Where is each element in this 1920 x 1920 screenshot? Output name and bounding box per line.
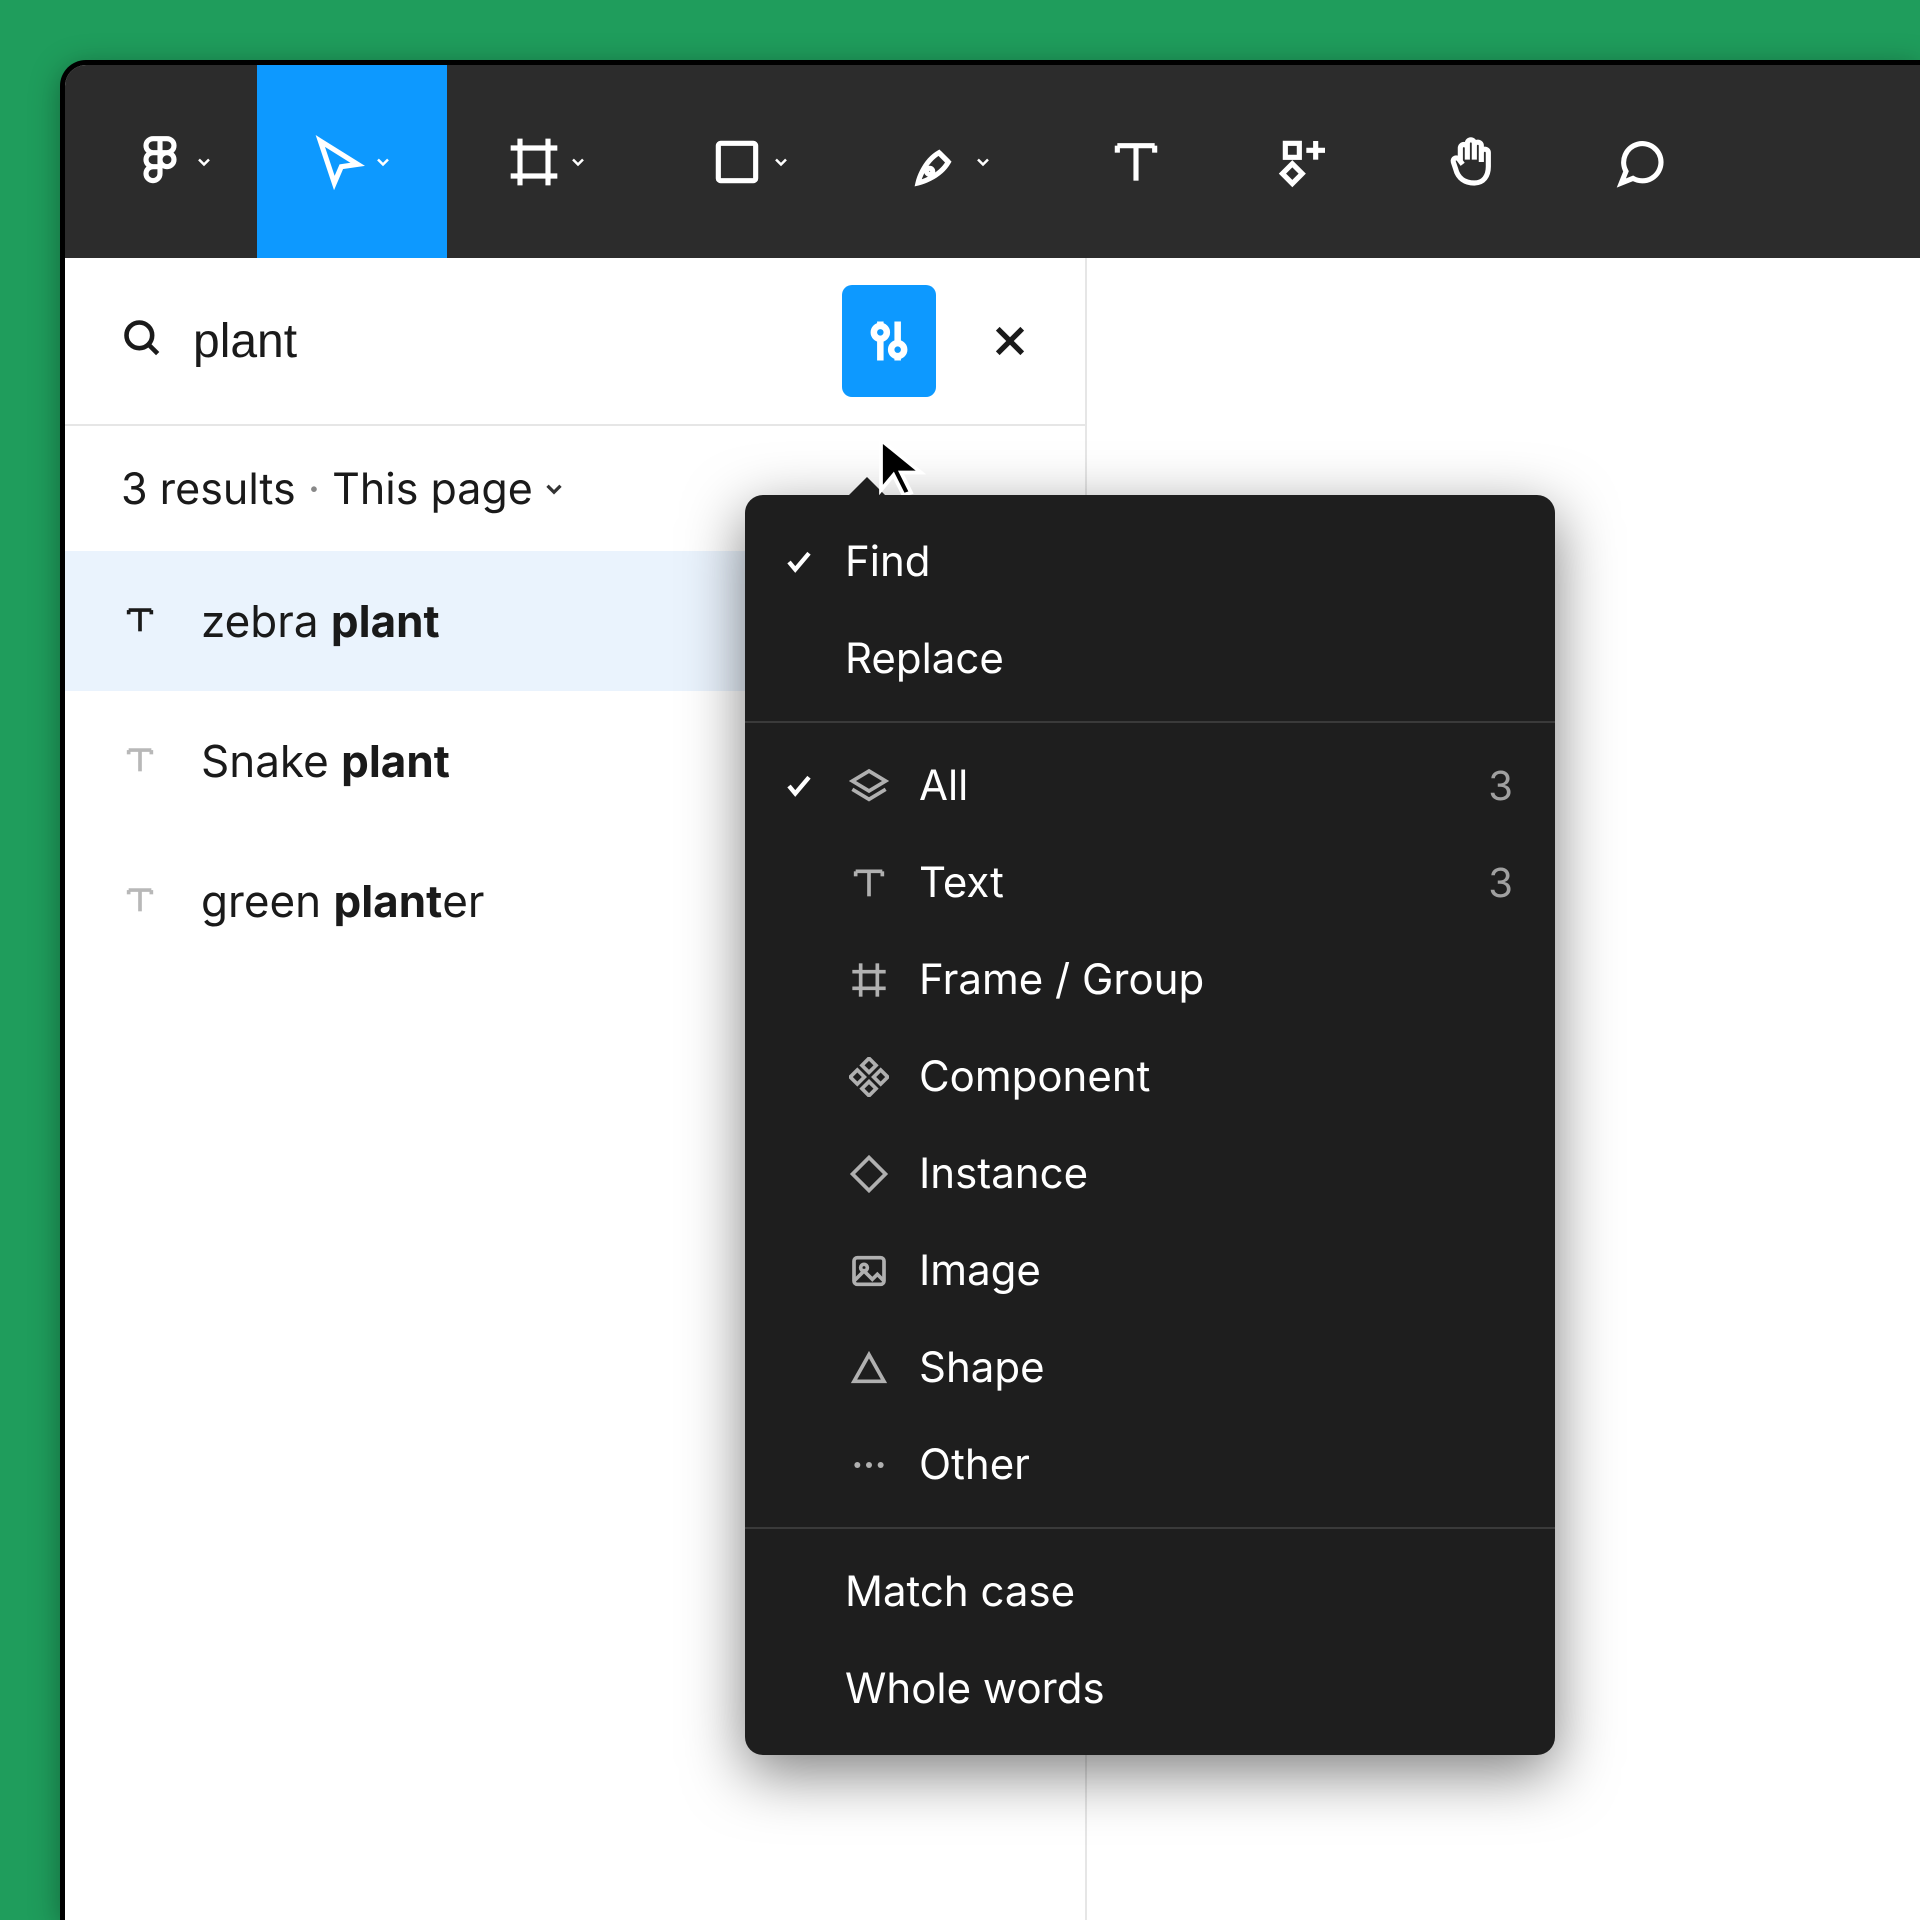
image-icon — [845, 1251, 893, 1291]
chevron-down-icon — [973, 152, 993, 172]
shape-icon — [845, 1348, 893, 1388]
menu-item-find[interactable]: Find — [745, 513, 1555, 610]
shape-tool-button[interactable] — [647, 65, 852, 258]
option-match-case[interactable]: Match case — [745, 1543, 1555, 1640]
rectangle-icon — [709, 134, 765, 190]
result-text: Snake plant — [201, 734, 450, 788]
option-whole-words[interactable]: Whole words — [745, 1640, 1555, 1737]
move-icon — [311, 134, 367, 190]
filter-shape[interactable]: Shape — [745, 1319, 1555, 1416]
filter-component[interactable]: Component — [745, 1028, 1555, 1125]
layers-icon — [845, 766, 893, 806]
filter-image[interactable]: Image — [745, 1222, 1555, 1319]
text-layer-icon — [121, 734, 159, 788]
close-icon — [989, 320, 1031, 362]
sliders-icon — [863, 315, 915, 367]
component-icon — [845, 1057, 893, 1097]
figma-menu-button[interactable] — [89, 65, 257, 258]
filter-other[interactable]: Other — [745, 1416, 1555, 1513]
toolbar — [65, 65, 1920, 258]
app-window: 3 results · This page zebra plant Snake … — [60, 60, 1920, 1920]
menu-separator — [745, 721, 1555, 723]
instance-icon — [845, 1154, 893, 1194]
resources-button[interactable] — [1220, 65, 1388, 258]
search-settings-menu: Find Replace All 3 Text 3 Frame / Group — [745, 495, 1555, 1755]
text-icon — [845, 863, 893, 903]
pen-icon — [911, 134, 967, 190]
result-text: zebra plant — [201, 594, 440, 648]
frame-icon — [845, 960, 893, 1000]
hand-icon — [1444, 134, 1500, 190]
search-icon — [121, 317, 165, 365]
scope-label: This page — [332, 463, 533, 515]
filter-all[interactable]: All 3 — [745, 737, 1555, 834]
check-icon — [779, 547, 819, 577]
resources-icon — [1276, 134, 1332, 190]
filter-frame[interactable]: Frame / Group — [745, 931, 1555, 1028]
chevron-down-icon — [771, 152, 791, 172]
chevron-down-icon — [568, 152, 588, 172]
menu-separator — [745, 1527, 1555, 1529]
search-settings-button[interactable] — [842, 285, 936, 397]
comment-tool-button[interactable] — [1556, 65, 1724, 258]
chevron-down-icon — [373, 152, 393, 172]
scope-selector[interactable]: This page — [332, 463, 567, 515]
pen-tool-button[interactable] — [852, 65, 1052, 258]
text-tool-button[interactable] — [1052, 65, 1220, 258]
filter-text[interactable]: Text 3 — [745, 834, 1555, 931]
chevron-down-icon — [541, 476, 567, 502]
other-icon — [845, 1445, 893, 1485]
separator: · — [308, 463, 320, 515]
result-text: green planter — [201, 874, 484, 928]
search-bar — [65, 258, 1085, 426]
frame-icon — [506, 134, 562, 190]
chevron-down-icon — [194, 152, 214, 172]
move-tool-button[interactable] — [257, 65, 447, 258]
text-layer-icon — [121, 874, 159, 928]
filter-instance[interactable]: Instance — [745, 1125, 1555, 1222]
comment-icon — [1612, 134, 1668, 190]
text-layer-icon — [121, 594, 159, 648]
frame-tool-button[interactable] — [447, 65, 647, 258]
figma-icon — [132, 134, 188, 190]
hand-tool-button[interactable] — [1388, 65, 1556, 258]
results-count: 3 results — [121, 463, 296, 515]
text-icon — [1108, 134, 1164, 190]
check-icon — [779, 771, 819, 801]
search-input[interactable] — [193, 314, 814, 369]
menu-item-replace[interactable]: Replace — [745, 610, 1555, 707]
close-search-button[interactable] — [964, 285, 1058, 397]
